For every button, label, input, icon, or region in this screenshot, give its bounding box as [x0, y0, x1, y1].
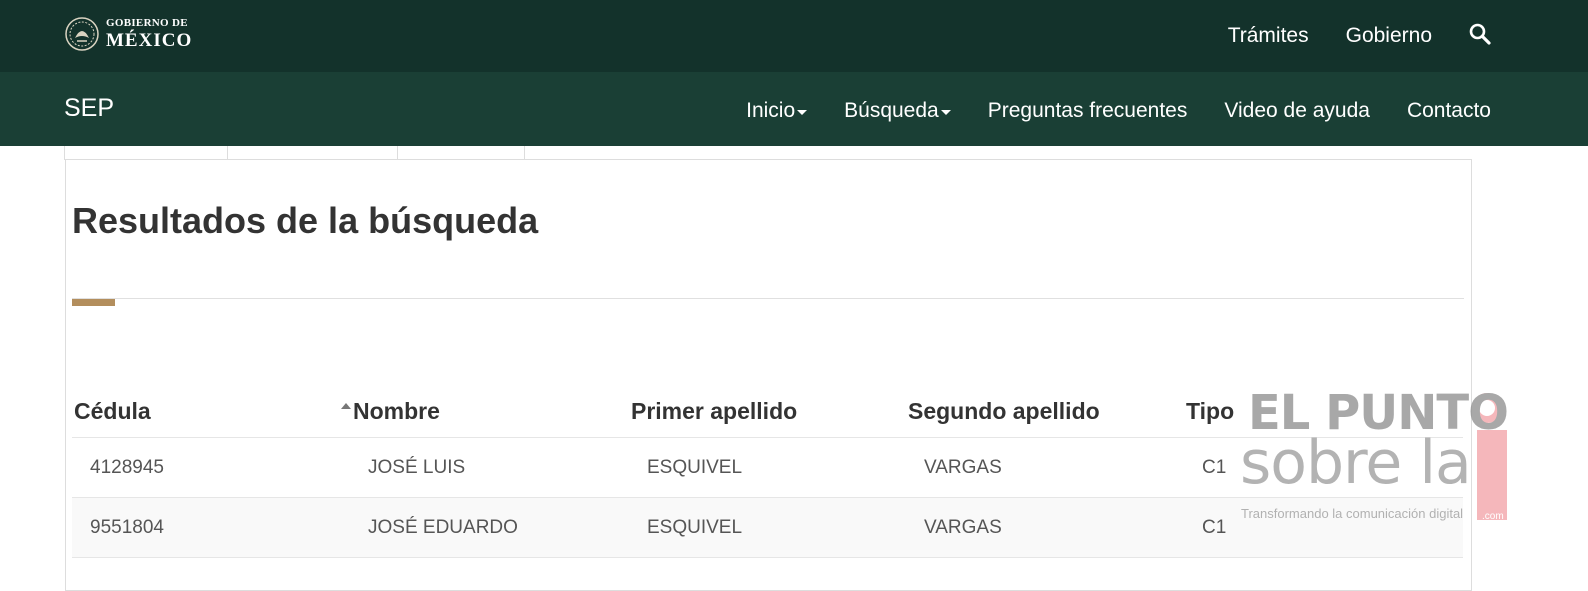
cell-cedula: 9551804	[90, 517, 164, 538]
title-divider	[72, 298, 1464, 299]
row-divider	[72, 557, 1463, 558]
cell-primer-apellido: ESQUIVEL	[647, 517, 743, 538]
nav-preguntas-label: Preguntas frecuentes	[987, 99, 1188, 122]
nav-preguntas-frecuentes[interactable]: Preguntas frecuentes	[988, 99, 1188, 123]
nav-inicio[interactable]: Inicio	[746, 99, 808, 123]
nav-busqueda[interactable]: Búsqueda	[844, 99, 951, 123]
watermark-line2: sobre la	[1240, 428, 1472, 498]
tab-third[interactable]	[397, 146, 525, 160]
title-accent-bar	[72, 299, 115, 306]
column-header-tipo[interactable]: Tipo	[1186, 398, 1234, 425]
nav-video-ayuda[interactable]: Video de ayuda	[1224, 99, 1370, 123]
nav-contacto-label: Contacto	[1406, 99, 1491, 122]
column-header-nombre[interactable]: Nombre	[353, 398, 440, 425]
caret-down-icon	[940, 109, 951, 115]
logo-line2: MÉXICO	[106, 30, 193, 51]
watermark-tagline: Transformando la comunicación digital	[1241, 506, 1464, 521]
column-header-cedula[interactable]: Cédula	[74, 398, 151, 425]
sub-navigation: SEP Inicio Búsqueda Preguntas frecuentes…	[0, 72, 1588, 146]
top-header: GOBIERNO DE MÉXICO Trámites Gobierno	[0, 0, 1588, 72]
main-nav: Inicio Búsqueda Preguntas frecuentes Vid…	[709, 72, 1491, 150]
caret-down-icon	[797, 109, 808, 115]
tramites-link[interactable]: Trámites	[1228, 24, 1309, 48]
cell-tipo: C1	[1202, 457, 1227, 478]
nav-inicio-label: Inicio	[746, 99, 796, 122]
cell-tipo: C1	[1202, 517, 1227, 538]
cell-primer-apellido: ESQUIVEL	[647, 457, 743, 478]
column-header-segundo-apellido[interactable]: Segundo apellido	[908, 398, 1100, 425]
eagle-seal-icon	[65, 17, 99, 51]
cell-segundo-apellido: VARGAS	[924, 517, 1002, 538]
nav-busqueda-label: Búsqueda	[844, 99, 939, 122]
site-name[interactable]: SEP	[64, 94, 114, 123]
tab-first[interactable]	[64, 146, 228, 160]
gobierno-link[interactable]: Gobierno	[1346, 24, 1432, 48]
nav-video-label: Video de ayuda	[1224, 99, 1370, 122]
logo-line1: GOBIERNO DE	[106, 17, 188, 29]
sort-ascending-icon[interactable]	[341, 403, 351, 409]
watermark-logo: EL PUNTO sobre la Transformando la comun…	[1232, 385, 1522, 525]
watermark-suffix: .com	[1482, 511, 1504, 522]
gobierno-logo[interactable]: GOBIERNO DE MÉXICO	[64, 16, 192, 52]
nav-contacto[interactable]: Contacto	[1407, 99, 1491, 123]
search-icon[interactable]	[1468, 22, 1492, 46]
column-header-primer-apellido[interactable]: Primer apellido	[631, 398, 797, 425]
cell-nombre: JOSÉ EDUARDO	[368, 517, 518, 538]
top-links: Trámites Gobierno	[1191, 0, 1492, 72]
cell-cedula: 4128945	[90, 457, 164, 478]
cell-nombre: JOSÉ LUIS	[368, 457, 466, 478]
page-title: Resultados de la búsqueda	[72, 200, 539, 241]
cell-segundo-apellido: VARGAS	[924, 457, 1002, 478]
watermark-i-bar	[1477, 430, 1507, 520]
